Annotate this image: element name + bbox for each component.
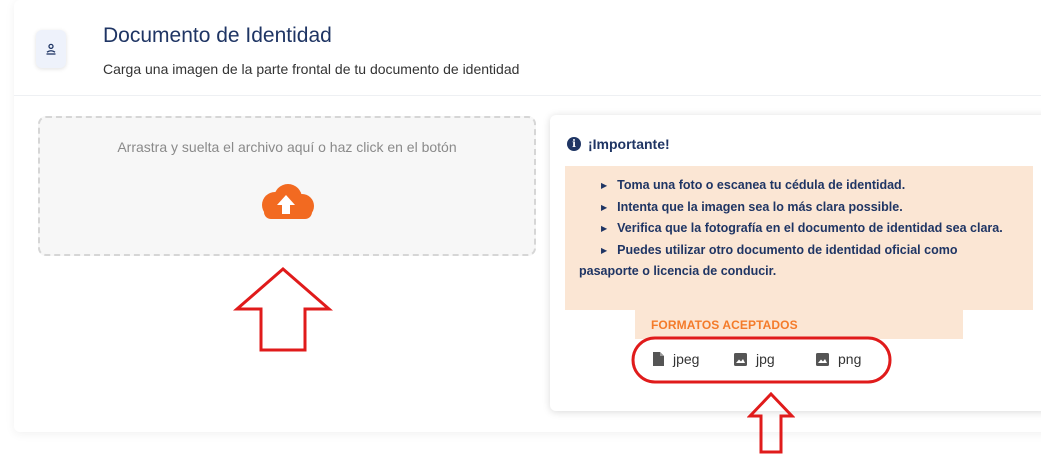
annotation-ellipse [631, 336, 892, 384]
annotation-arrow-up [747, 392, 795, 454]
